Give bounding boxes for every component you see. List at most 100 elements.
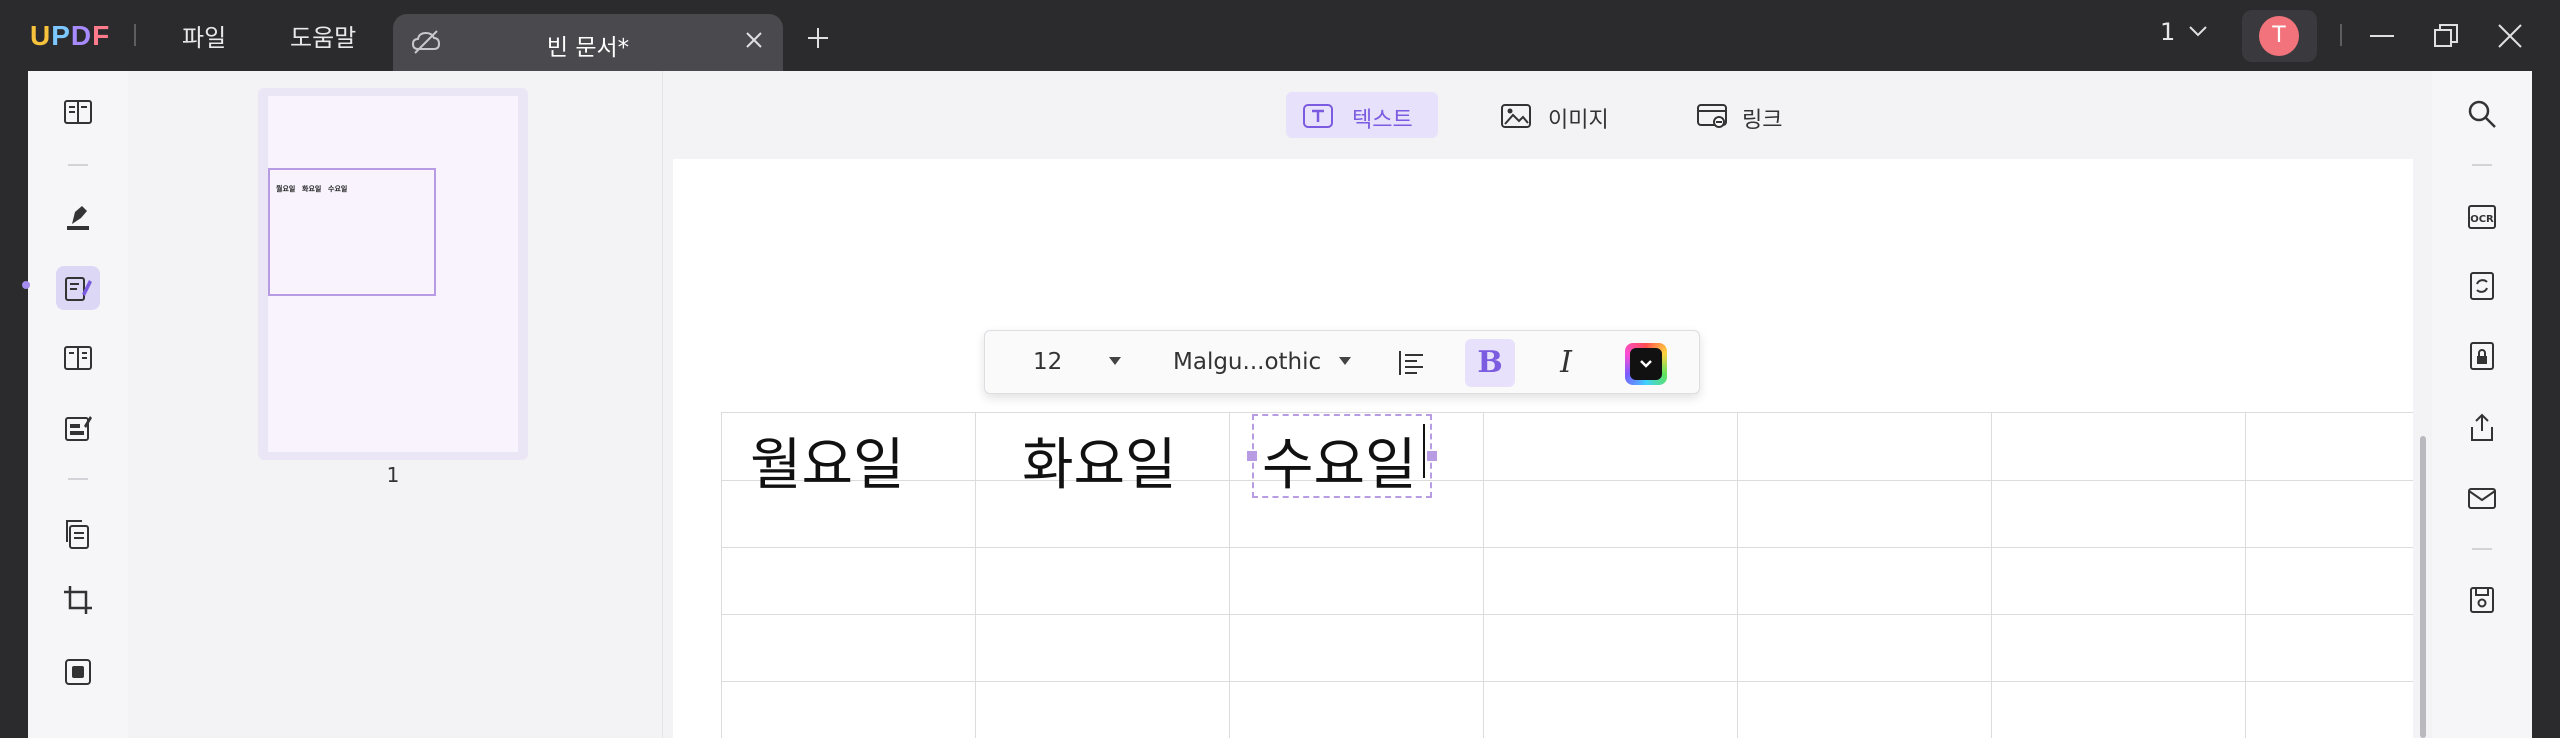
text-caret — [1423, 424, 1425, 478]
text-box-icon — [1303, 104, 1333, 128]
title-divider — [134, 24, 136, 46]
batch-tool-button[interactable] — [56, 650, 100, 694]
comment-tool-button[interactable] — [56, 196, 100, 240]
chevron-down-icon — [1640, 360, 1652, 368]
thumbnail-label-1: 월요일 — [276, 185, 296, 193]
book-open-icon — [64, 100, 92, 124]
lock-document-icon — [2470, 342, 2494, 370]
font-family-dropdown-icon[interactable] — [1339, 357, 1351, 365]
font-size-dropdown-icon[interactable] — [1109, 357, 1121, 365]
email-button[interactable] — [2460, 476, 2504, 520]
minimize-icon[interactable] — [2368, 22, 2396, 54]
share-icon — [2471, 413, 2493, 441]
link-tool-button[interactable]: 링크 — [1680, 92, 1800, 138]
organize-pages-icon — [64, 346, 92, 370]
highlighter-icon — [67, 206, 89, 230]
grid-line — [721, 412, 722, 738]
new-tab-plus-icon[interactable] — [806, 26, 830, 54]
link-icon — [1697, 104, 1727, 128]
restore-icon[interactable] — [2432, 22, 2460, 54]
protect-button[interactable] — [2460, 334, 2504, 378]
menu-file[interactable]: 파일 — [182, 18, 226, 53]
align-left-icon[interactable] — [1397, 349, 1427, 381]
tab-title: 빈 문서* — [546, 35, 630, 61]
panel-indicator-dot — [22, 281, 30, 289]
grid-line — [975, 412, 976, 738]
avatar: T — [2259, 16, 2299, 56]
logo-letter-f: F — [92, 20, 111, 51]
form-edit-icon — [65, 416, 92, 441]
text-tool-label: 텍스트 — [1352, 108, 1413, 133]
cell-monday[interactable]: 월요일 — [750, 420, 905, 501]
page-indicator[interactable]: 1 — [2160, 18, 2207, 46]
grid-line — [1737, 412, 1738, 738]
edit-pdf-button[interactable] — [56, 266, 100, 310]
text-edit-box[interactable] — [1252, 414, 1432, 498]
mail-icon — [2468, 488, 2496, 509]
right-divider — [2472, 164, 2492, 166]
page-indicator-value: 1 — [2160, 18, 2176, 46]
crop-icon — [64, 586, 92, 614]
thumbnail-page-number: 1 — [386, 463, 400, 487]
menu-help[interactable]: 도움말 — [290, 18, 356, 53]
resize-handle-left[interactable] — [1247, 451, 1257, 461]
link-tool-label: 링크 — [1742, 108, 1783, 133]
search-button[interactable] — [2460, 92, 2504, 136]
title-divider-2 — [2340, 24, 2342, 46]
thumbnail-page: 월요일 화요일 수요일 — [268, 96, 518, 452]
grid-line — [1991, 412, 1992, 738]
image-tool-button[interactable]: 이미지 — [1484, 92, 1624, 138]
logo-letter-p: P — [51, 20, 71, 51]
text-format-toolbar: 12 Malgu...othic B I — [984, 330, 1700, 394]
edit-document-icon — [65, 277, 92, 301]
document-tab[interactable]: 빈 문서* — [393, 14, 783, 71]
font-family-select[interactable]: Malgu...othic — [1173, 349, 1321, 375]
right-divider-2 — [2472, 548, 2492, 550]
svg-text:OCR: OCR — [2470, 214, 2494, 225]
font-color-button[interactable] — [1625, 343, 1667, 385]
form-tool-button[interactable] — [56, 406, 100, 450]
thumbnail-label-3: 수요일 — [328, 185, 348, 193]
crop-tool-button[interactable] — [56, 578, 100, 622]
left-divider — [68, 164, 88, 166]
image-tool-label: 이미지 — [1548, 108, 1609, 133]
chevron-down-icon — [2189, 26, 2207, 37]
share-button[interactable] — [2460, 406, 2504, 450]
copy-pages-icon — [66, 520, 89, 549]
grid-line — [1229, 412, 1230, 738]
font-size-select[interactable]: 12 — [1033, 349, 1062, 375]
save-button[interactable] — [2460, 578, 2504, 622]
image-icon — [1501, 104, 1531, 128]
reader-mode-button[interactable] — [56, 90, 100, 134]
updf-logo[interactable]: UPDF — [30, 20, 110, 52]
convert-button[interactable] — [2460, 264, 2504, 308]
close-window-icon[interactable] — [2496, 22, 2524, 54]
page-organize-button[interactable] — [56, 336, 100, 380]
save-icon — [2470, 587, 2494, 613]
thumbnail-label-2: 화요일 — [302, 185, 322, 193]
left-divider-2 — [68, 478, 88, 480]
close-tab-icon[interactable] — [743, 29, 765, 55]
app-window: UPDF 파일 도움말 빈 문서* 1 T 월요일 화요일 수요일 1 텍스트 … — [0, 0, 2560, 738]
left-toolbar — [28, 71, 128, 738]
pdf-page[interactable] — [673, 159, 2413, 738]
grid-line — [2245, 412, 2246, 738]
logo-letter-u: U — [30, 20, 52, 51]
account-button[interactable]: T — [2242, 10, 2317, 62]
layers-icon — [65, 659, 91, 685]
search-icon — [2468, 100, 2496, 128]
cell-tuesday[interactable]: 화요일 — [1022, 420, 1177, 501]
right-toolbar — [2432, 71, 2532, 738]
resize-handle-right[interactable] — [1427, 451, 1437, 461]
page-thumbnail[interactable]: 월요일 화요일 수요일 — [258, 88, 528, 460]
italic-button[interactable]: I — [1541, 339, 1591, 387]
page-tools-button[interactable] — [56, 512, 100, 556]
logo-letter-d: D — [70, 20, 93, 51]
scrollbar-thumb[interactable] — [2420, 436, 2426, 738]
ocr-icon: OCR — [2468, 205, 2496, 229]
ocr-button[interactable]: OCR — [2460, 194, 2504, 238]
convert-icon — [2470, 272, 2494, 300]
text-tool-button[interactable]: 텍스트 — [1286, 92, 1438, 138]
bold-button[interactable]: B — [1465, 339, 1515, 387]
grid-line — [1483, 412, 1484, 738]
